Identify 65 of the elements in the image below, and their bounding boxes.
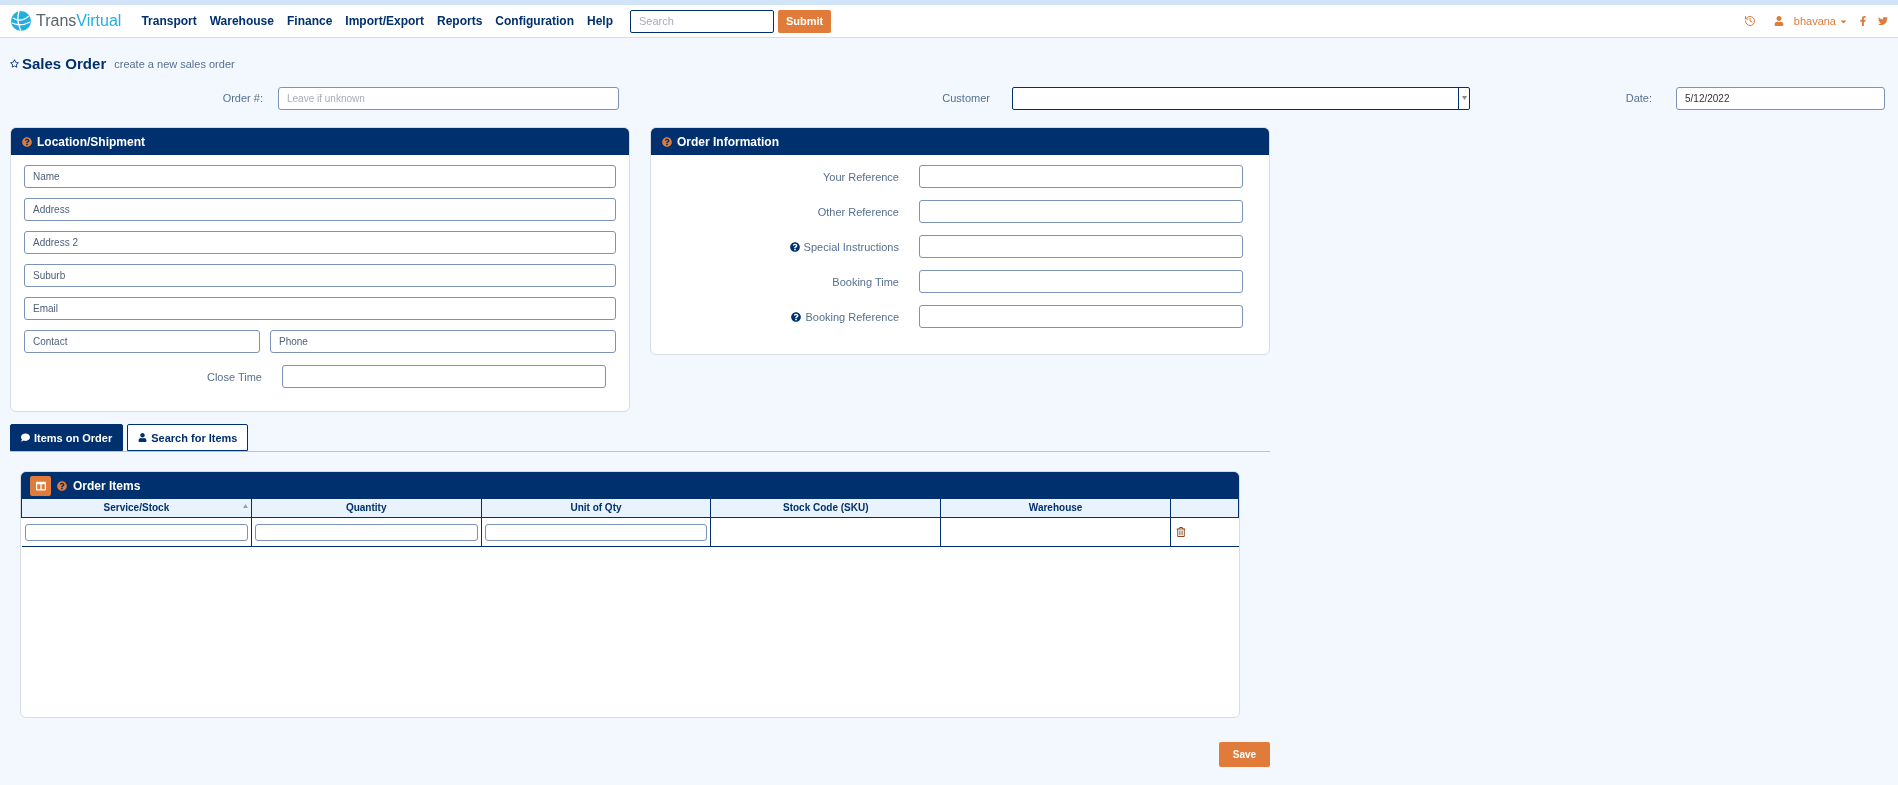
nav-menu-item[interactable]: Finance <box>286 14 333 28</box>
panel-title: Order Information <box>677 134 779 149</box>
nav-menu-item[interactable]: Help <box>587 14 613 28</box>
columns-button[interactable] <box>30 475 51 496</box>
help-icon[interactable] <box>791 311 802 322</box>
text-field[interactable] <box>919 165 1243 188</box>
page-subtitle: create a new sales order <box>114 58 235 70</box>
close-time-field[interactable] <box>282 365 606 388</box>
nav-menu-item[interactable]: Transport <box>141 14 197 28</box>
order-number-field[interactable]: Leave if unknown <box>278 86 619 110</box>
column-header[interactable]: Quantity <box>251 499 482 517</box>
table-input-field[interactable] <box>254 524 478 541</box>
column-header[interactable] <box>1170 499 1239 517</box>
text-field[interactable]: Phone <box>270 330 616 353</box>
history-icon[interactable] <box>1743 15 1756 27</box>
field-label: Close Time <box>205 370 263 383</box>
field-label: Order #: <box>221 92 264 104</box>
sort-caret-icon[interactable] <box>242 504 248 508</box>
nav-menu-item[interactable]: Import/Export <box>345 14 424 28</box>
field-label: Your Reference <box>822 170 899 183</box>
customer-select[interactable] <box>1012 86 1470 110</box>
help-icon[interactable] <box>789 241 800 252</box>
field-label: Booking Reference <box>805 310 899 323</box>
facebook-icon[interactable] <box>1858 16 1868 26</box>
field-label: Booking Time <box>832 275 899 288</box>
user-icon <box>1773 16 1784 26</box>
field-label: Customer <box>941 92 991 104</box>
text-field[interactable] <box>919 235 1243 258</box>
nav-menu-item[interactable]: Configuration <box>495 14 574 28</box>
text-field[interactable]: Suburb <box>24 264 616 287</box>
star-icon[interactable] <box>10 59 19 68</box>
text-field[interactable] <box>919 200 1243 223</box>
columns-icon <box>35 480 46 491</box>
page-title: Sales Order <box>22 55 107 72</box>
column-header[interactable]: Unit of Qty <box>481 499 711 517</box>
caret-icon[interactable] <box>1461 96 1467 100</box>
tab[interactable]: Items on Order <box>10 424 124 451</box>
search-field[interactable]: Search <box>630 9 774 33</box>
delete-icon[interactable] <box>1176 526 1186 537</box>
panel-title: Order Items <box>73 478 141 493</box>
speech-bubble-icon <box>21 433 30 442</box>
brand-name: TransVirtual <box>36 12 122 30</box>
panel-title: Location/Shipment <box>37 134 145 149</box>
text-field[interactable] <box>919 305 1243 328</box>
column-header[interactable]: Warehouse <box>940 499 1171 517</box>
user-icon <box>138 433 148 442</box>
globe-logo-icon <box>10 10 32 32</box>
table-input-field[interactable] <box>484 524 708 541</box>
text-field[interactable]: Address <box>24 198 616 221</box>
tab[interactable]: Search for Items <box>127 424 249 451</box>
twitter-icon[interactable] <box>1878 16 1888 26</box>
field-label: Special Instructions <box>803 240 899 253</box>
table-input-field[interactable] <box>24 524 248 541</box>
nav-menu-item[interactable]: Warehouse <box>209 14 274 28</box>
column-header[interactable]: Service/Stock <box>21 499 252 517</box>
text-field[interactable]: Address 2 <box>24 231 616 254</box>
text-field[interactable]: Name <box>24 165 616 188</box>
nav-menu-item[interactable]: Reports <box>437 14 483 28</box>
field-label: Other Reference <box>817 205 899 218</box>
field-label: Date: <box>1624 92 1653 104</box>
text-field[interactable] <box>919 270 1243 293</box>
date-field[interactable]: 5/12/2022 <box>1676 86 1885 110</box>
text-field[interactable]: Email <box>24 297 616 320</box>
text-field[interactable]: Contact <box>24 330 260 353</box>
column-header[interactable]: Stock Code (SKU) <box>710 499 941 517</box>
